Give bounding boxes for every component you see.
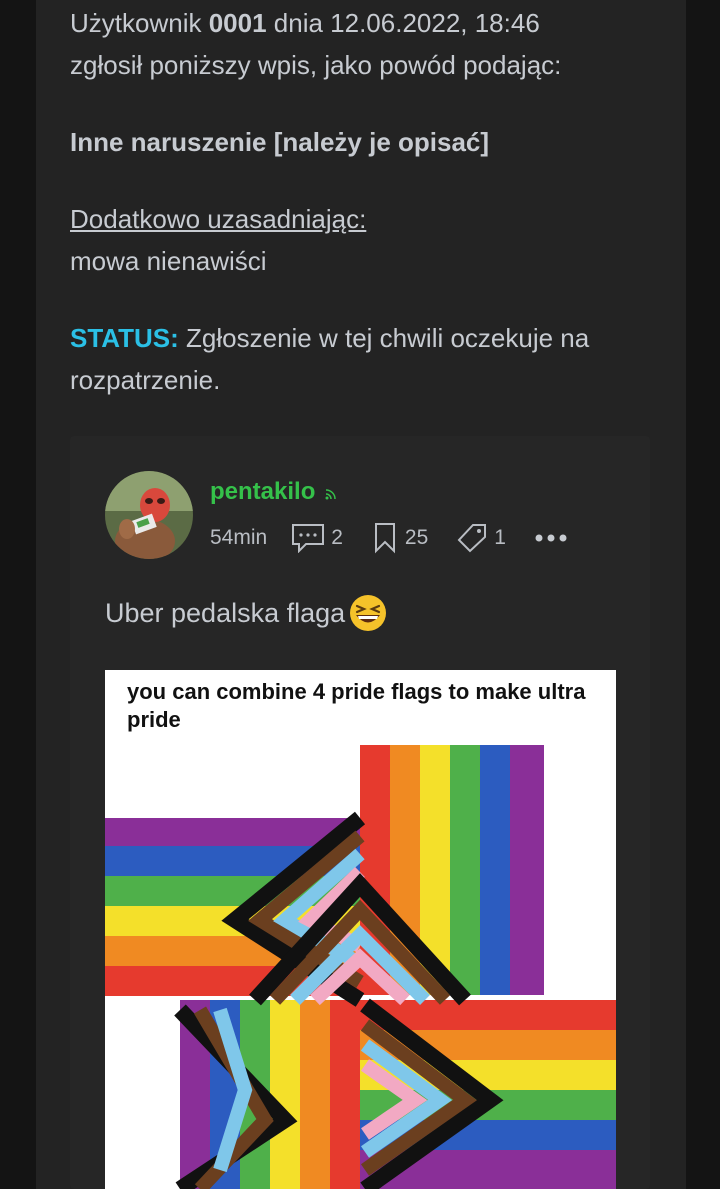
post-time: 54min bbox=[210, 526, 268, 549]
comments-count: 2 bbox=[331, 526, 343, 549]
image-caption: you can combine 4 pride flags to make ul… bbox=[127, 679, 586, 732]
tags-count: 1 bbox=[494, 526, 506, 549]
more-icon bbox=[535, 534, 567, 542]
report-extra-label: Dodatkowo uzasadniając: bbox=[70, 204, 367, 234]
report-date: dnia 12.06.2022, 18:46 bbox=[266, 8, 540, 38]
post-image[interactable]: you can combine 4 pride flags to make ul… bbox=[105, 670, 616, 1189]
comments-button[interactable]: 2 bbox=[291, 523, 343, 553]
post-meta: 54min 2 25 1 bbox=[210, 522, 568, 554]
bookmarks-count: 25 bbox=[404, 526, 429, 549]
reported-post: pentakilo 54min 2 25 1 Uber pedalska fla… bbox=[70, 436, 650, 1189]
report-reason: Inne naruszenie [należy je opisać] bbox=[70, 127, 490, 157]
rss-icon bbox=[325, 489, 336, 500]
report-status: STATUS: Zgłoszenie w tej chwili oczekuje… bbox=[70, 317, 650, 401]
comment-icon bbox=[292, 524, 325, 553]
post-text: Uber pedalska flaga bbox=[105, 594, 387, 632]
bookmark-icon bbox=[374, 523, 395, 554]
tags-button[interactable]: 1 bbox=[456, 523, 506, 553]
post-author[interactable]: pentakilo bbox=[210, 478, 315, 506]
report-user-prefix: Użytkownik bbox=[70, 8, 209, 38]
status-key: STATUS: bbox=[70, 323, 179, 353]
post-text-content: Uber pedalska flaga bbox=[105, 597, 346, 628]
report-line-reason-intro: zgłosił poniższy wpis, jako powód podają… bbox=[70, 50, 562, 80]
report-extra-text: mowa nienawiści bbox=[70, 246, 267, 276]
report-line-user: Użytkownik 0001 dnia 12.06.2022, 18:46 bbox=[70, 2, 540, 44]
report-user-id[interactable]: 0001 bbox=[209, 8, 267, 38]
grinning-squinting-emoji bbox=[350, 595, 387, 631]
avatar[interactable] bbox=[105, 471, 193, 559]
more-button[interactable] bbox=[534, 533, 568, 543]
pride-flags-image bbox=[105, 670, 616, 1189]
bookmark-button[interactable]: 25 bbox=[373, 522, 428, 554]
tag-icon bbox=[457, 524, 487, 553]
